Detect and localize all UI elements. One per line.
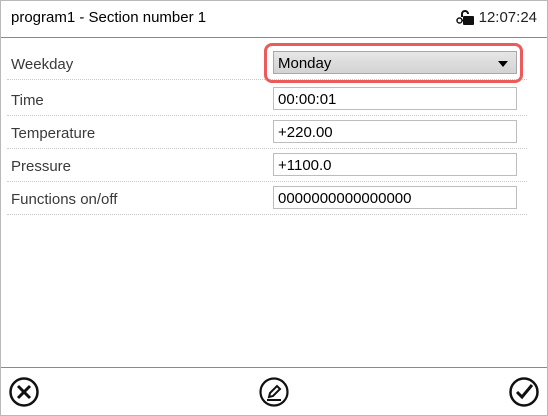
clock-time: 12:07:24	[478, 9, 537, 26]
row-functions: Functions on/off 0000000000000000	[7, 186, 527, 215]
clock: 12:07:24	[455, 9, 537, 26]
functions-field[interactable]: 0000000000000000	[273, 186, 517, 209]
header-bar: program1 - Section number 1 12:07:24	[1, 1, 547, 38]
pressure-label: Pressure	[11, 158, 72, 175]
chevron-down-icon	[498, 61, 508, 67]
unlock-key-icon	[455, 9, 474, 25]
row-pressure: Pressure +1100.0	[7, 153, 527, 182]
cancel-button[interactable]	[7, 375, 41, 409]
confirm-button[interactable]	[507, 375, 541, 409]
row-weekday: Weekday Monday	[7, 51, 527, 80]
check-circle-icon	[509, 377, 539, 407]
temperature-label: Temperature	[11, 125, 96, 142]
footer-divider	[1, 367, 547, 368]
weekday-label: Weekday	[11, 56, 74, 73]
functions-label: Functions on/off	[11, 191, 118, 208]
time-label: Time	[11, 92, 44, 109]
edit-pencil-icon	[259, 377, 289, 407]
row-temperature: Temperature +220.00	[7, 120, 527, 149]
program-editor-screen: program1 - Section number 1 12:07:24 Wee…	[0, 0, 548, 416]
close-circle-icon	[9, 377, 39, 407]
weekday-value: Monday	[278, 55, 332, 72]
time-field[interactable]: 00:00:01	[273, 87, 517, 110]
page-title: program1 - Section number 1	[11, 9, 207, 26]
pressure-field[interactable]: +1100.0	[273, 153, 517, 176]
weekday-dropdown[interactable]: Monday	[273, 51, 517, 74]
row-time: Time 00:00:01	[7, 87, 527, 116]
temperature-field[interactable]: +220.00	[273, 120, 517, 143]
edit-button[interactable]	[257, 375, 291, 409]
